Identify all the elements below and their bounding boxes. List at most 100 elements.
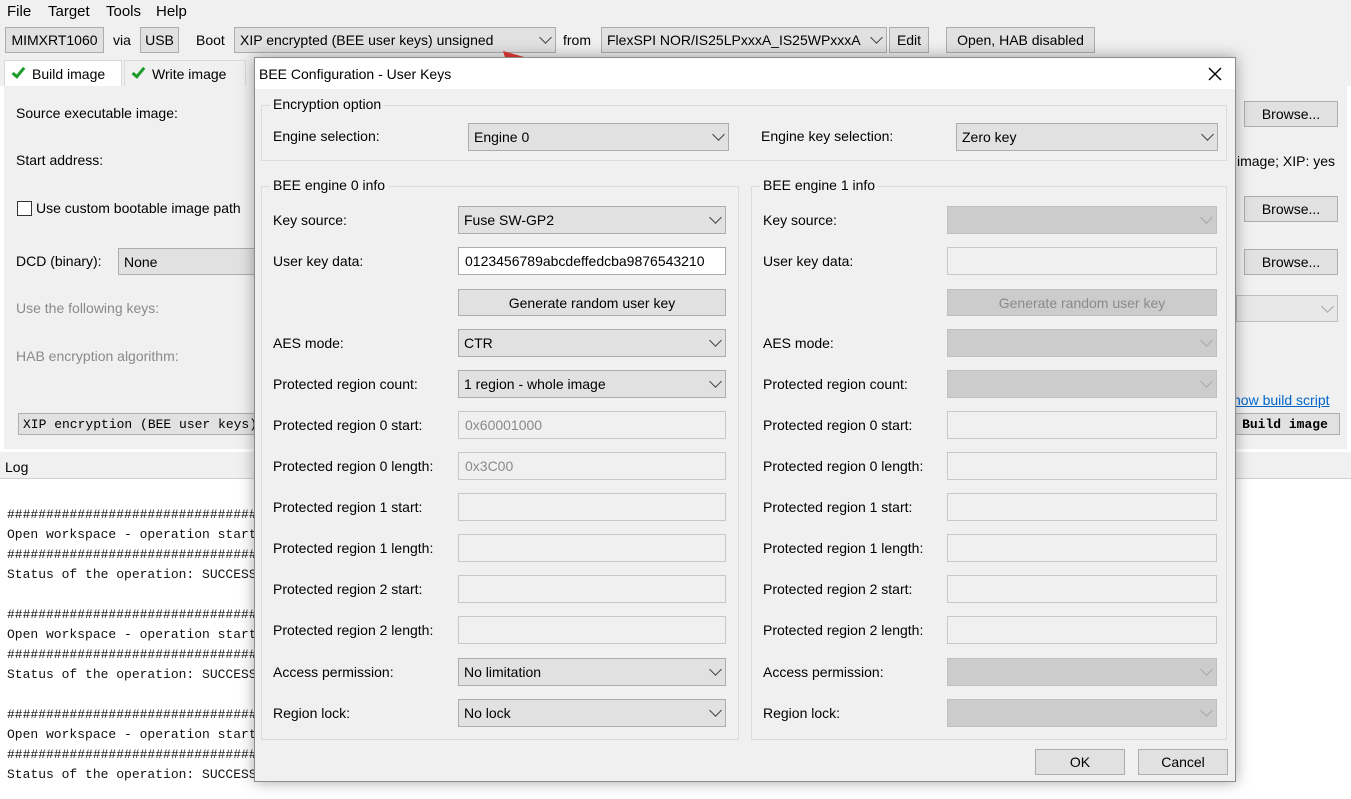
aes-mode-value: CTR	[464, 335, 493, 351]
engine0-region2-start-input[interactable]	[458, 575, 726, 603]
close-icon[interactable]	[1208, 67, 1222, 81]
engine0-region1-length-input[interactable]	[458, 534, 726, 562]
engine0-access-permission-select[interactable]: No limitation	[458, 658, 726, 686]
engine1-access-permission-select[interactable]	[947, 658, 1217, 686]
menu-bar: File Target Tools Help	[0, 0, 1351, 22]
user-key-label: User key data:	[763, 253, 854, 269]
region-count-label: Protected region count:	[763, 376, 908, 392]
log-line: Status of the operation: SUCCESS	[7, 767, 257, 782]
region1-start-label: Protected region 1 start:	[273, 499, 423, 515]
engine0-region-lock-select[interactable]: No lock	[458, 699, 726, 727]
engine0-key-source-select[interactable]: Fuse SW-GP2	[458, 206, 726, 234]
engine1-key-source-select[interactable]	[947, 206, 1217, 234]
key-source-value: Fuse SW-GP2	[464, 212, 554, 228]
log-line: Open workspace - operation starte	[7, 527, 265, 542]
check-icon	[131, 64, 146, 79]
chevron-down-icon	[709, 704, 722, 717]
interface-button[interactable]: USB	[140, 27, 179, 53]
engine0-region2-length-input[interactable]	[458, 616, 726, 644]
dcd-select[interactable]: None	[118, 248, 268, 275]
custom-image-checkbox[interactable]	[17, 201, 32, 216]
aes-mode-label: AES mode:	[273, 335, 344, 351]
bee-config-dialog: BEE Configuration - User Keys Encryption…	[254, 57, 1236, 782]
lifecycle-button[interactable]: Open, HAB disabled	[946, 27, 1095, 53]
region1-length-label: Protected region 1 length:	[273, 540, 434, 556]
engine1-region-count-select[interactable]	[947, 370, 1217, 398]
engine1-aes-mode-select[interactable]	[947, 329, 1217, 357]
engine1-region1-start-input[interactable]	[947, 493, 1217, 521]
engine1-region1-length-input[interactable]	[947, 534, 1217, 562]
region0-length-label: Protected region 0 length:	[273, 458, 434, 474]
access-permission-label: Access permission:	[763, 664, 884, 680]
tab-write-image[interactable]: Write image	[124, 60, 246, 86]
flash-device-select[interactable]: FlexSPI NOR/IS25LPxxxA_IS25WPxxxA	[601, 27, 887, 53]
log-title: Log	[5, 459, 29, 475]
source-label: Source executable image:	[16, 105, 178, 121]
engine1-region2-start-input[interactable]	[947, 575, 1217, 603]
engine-key-label: Engine key selection:	[761, 128, 894, 144]
engine1-region0-length-input[interactable]	[947, 452, 1217, 480]
log-line: Open workspace - operation starte	[7, 727, 265, 742]
key-source-label: Key source:	[763, 212, 837, 228]
boot-label: Boot	[196, 32, 225, 48]
region-lock-label: Region lock:	[763, 705, 841, 721]
menu-file[interactable]: File	[7, 3, 31, 20]
engine0-region-count-select[interactable]: 1 region - whole image	[458, 370, 726, 398]
tab-label: Build image	[32, 65, 106, 82]
engine1-generate-key-button[interactable]: Generate random user key	[947, 289, 1217, 316]
menu-target[interactable]: Target	[48, 3, 90, 20]
show-build-script-link[interactable]: how build script	[1233, 392, 1330, 408]
keys-label: Use the following keys:	[16, 300, 160, 316]
flash-device-value: FlexSPI NOR/IS25LPxxxA_IS25WPxxxA	[607, 32, 861, 48]
region-count-value: 1 region - whole image	[464, 376, 606, 392]
chevron-down-icon	[539, 31, 552, 44]
engine1-region2-length-input[interactable]	[947, 616, 1217, 644]
engine0-aes-mode-select[interactable]: CTR	[458, 329, 726, 357]
tab-build-image[interactable]: Build image	[4, 60, 122, 86]
log-line: ################################	[7, 507, 257, 522]
engine-selection-value: Engine 0	[474, 129, 530, 145]
dialog-title-bar: BEE Configuration - User Keys	[255, 58, 1235, 89]
engine0-region0-length-input[interactable]: 0x3C00	[458, 452, 726, 480]
engine1-group: BEE engine 1 info Key source: User key d…	[751, 177, 1227, 740]
chevron-down-icon	[1200, 334, 1213, 347]
keys-select[interactable]	[1236, 295, 1338, 322]
engine0-user-key-input[interactable]: 0123456789abcdeffedcba9876543210	[458, 247, 726, 275]
engine0-region0-start-input[interactable]: 0x60001000	[458, 411, 726, 439]
browse-custom-button[interactable]: Browse...	[1244, 196, 1338, 222]
region1-start-label: Protected region 1 start:	[763, 499, 913, 515]
menu-help[interactable]: Help	[156, 3, 187, 20]
log-line: Status of the operation: SUCCESS	[7, 667, 257, 682]
browse-dcd-button[interactable]: Browse...	[1244, 249, 1338, 275]
engine-key-value: Zero key	[962, 129, 1017, 145]
region0-length-label: Protected region 0 length:	[763, 458, 924, 474]
menu-tools[interactable]: Tools	[106, 3, 141, 20]
key-source-label: Key source:	[273, 212, 347, 228]
image-info-text: image; XIP: yes	[1237, 153, 1336, 169]
region0-start-label: Protected region 0 start:	[273, 417, 423, 433]
engine1-user-key-input[interactable]	[947, 247, 1217, 275]
engine1-region0-start-input[interactable]	[947, 411, 1217, 439]
encryption-option-group: Encryption option Engine selection: Engi…	[261, 96, 1227, 161]
ok-button[interactable]: OK	[1035, 749, 1125, 775]
hab-algorithm-label: HAB encryption algorithm:	[16, 348, 179, 364]
edit-button[interactable]: Edit	[889, 27, 929, 53]
chevron-down-icon	[1200, 375, 1213, 388]
access-permission-value: No limitation	[464, 664, 542, 680]
engine-selection-select[interactable]: Engine 0	[468, 123, 729, 151]
engine-key-select[interactable]: Zero key	[956, 123, 1218, 151]
engine0-region1-start-input[interactable]	[458, 493, 726, 521]
browse-source-button[interactable]: Browse...	[1244, 101, 1338, 127]
via-label: via	[113, 32, 131, 48]
xip-encryption-button[interactable]: XIP encryption (BEE user keys)	[18, 413, 268, 435]
chevron-down-icon	[870, 31, 883, 44]
cancel-button[interactable]: Cancel	[1138, 749, 1228, 775]
log-line: Status of the operation: SUCCESS	[7, 567, 257, 582]
toolbar: MIMXRT1060 via USB Boot XIP encrypted (B…	[0, 22, 1351, 58]
group-title: Encryption option	[270, 96, 385, 112]
engine1-region-lock-select[interactable]	[947, 699, 1217, 727]
chevron-down-icon	[709, 334, 722, 347]
engine0-generate-key-button[interactable]: Generate random user key	[458, 289, 726, 316]
device-button[interactable]: MIMXRT1060	[5, 27, 104, 53]
build-image-button[interactable]: Build image	[1230, 413, 1340, 435]
